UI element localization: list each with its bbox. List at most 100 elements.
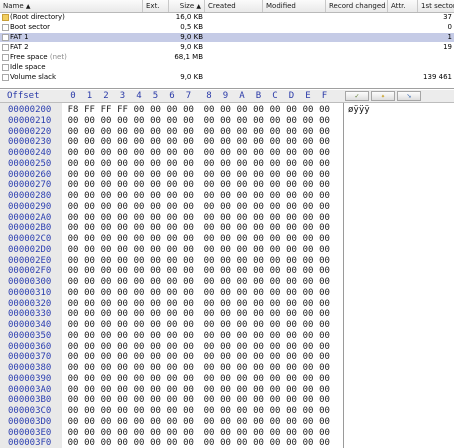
hex-byte[interactable]: 00 xyxy=(182,309,196,319)
hex-byte[interactable]: 00 xyxy=(116,266,130,276)
hex-byte[interactable]: 00 xyxy=(252,191,266,201)
hex-byte[interactable]: 00 xyxy=(252,363,266,373)
hex-byte[interactable]: 00 xyxy=(165,148,179,158)
hex-byte[interactable]: 00 xyxy=(219,202,233,212)
hex-byte[interactable]: 00 xyxy=(235,191,249,201)
hex-byte[interactable]: 00 xyxy=(132,385,146,395)
hex-byte[interactable]: 00 xyxy=(285,116,299,126)
hex-byte[interactable]: 00 xyxy=(219,137,233,147)
hex-byte[interactable]: 00 xyxy=(149,223,163,233)
hex-byte[interactable]: 00 xyxy=(268,395,282,405)
hex-byte[interactable]: 00 xyxy=(99,159,113,169)
hex-byte[interactable]: 00 xyxy=(132,127,146,137)
hex-byte[interactable]: 00 xyxy=(219,159,233,169)
hex-byte[interactable]: 00 xyxy=(252,213,266,223)
hex-byte[interactable]: 00 xyxy=(202,342,216,352)
hex-byte[interactable]: 00 xyxy=(285,309,299,319)
hex-byte[interactable]: 00 xyxy=(165,159,179,169)
hex-byte[interactable]: 00 xyxy=(149,180,163,190)
column-header-record-changed[interactable]: Record changed xyxy=(326,0,388,12)
hex-byte[interactable]: 00 xyxy=(202,428,216,438)
hex-byte[interactable]: 00 xyxy=(83,180,97,190)
hex-byte[interactable]: 00 xyxy=(66,266,80,276)
hex-byte[interactable]: 00 xyxy=(301,159,315,169)
hex-row[interactable]: 00 00 00 00 00 00 00 00 00 00 00 00 00 00 00 00 xyxy=(62,331,342,341)
hex-byte[interactable]: 00 xyxy=(252,352,266,362)
hex-byte[interactable]: 00 xyxy=(235,374,249,384)
hex-byte[interactable]: 00 xyxy=(268,320,282,330)
hex-byte[interactable]: 00 xyxy=(165,105,179,115)
hex-byte[interactable]: 00 xyxy=(132,170,146,180)
hex-byte[interactable]: 00 xyxy=(252,266,266,276)
hex-byte[interactable]: 00 xyxy=(165,438,179,448)
hex-byte[interactable]: 00 xyxy=(132,277,146,287)
hex-byte[interactable]: 00 xyxy=(285,180,299,190)
hex-byte[interactable]: 00 xyxy=(149,213,163,223)
hex-byte[interactable]: 00 xyxy=(285,256,299,266)
hex-byte[interactable]: 00 xyxy=(66,406,80,416)
hex-byte[interactable]: 00 xyxy=(301,137,315,147)
hex-byte[interactable]: 00 xyxy=(66,137,80,147)
hex-byte[interactable]: 00 xyxy=(132,180,146,190)
hex-byte[interactable]: 00 xyxy=(219,363,233,373)
hex-byte[interactable]: 00 xyxy=(66,309,80,319)
hex-byte[interactable]: 00 xyxy=(301,191,315,201)
hex-row[interactable]: 00 00 00 00 00 00 00 00 00 00 00 00 00 00 00 00 xyxy=(62,223,342,233)
hex-byte[interactable]: 00 xyxy=(182,299,196,309)
hex-byte[interactable]: 00 xyxy=(318,342,332,352)
hex-byte[interactable]: 00 xyxy=(132,288,146,298)
hex-byte[interactable]: 00 xyxy=(235,213,249,223)
hex-byte[interactable]: 00 xyxy=(301,320,315,330)
hex-byte[interactable]: 00 xyxy=(252,148,266,158)
hex-byte[interactable]: 00 xyxy=(219,438,233,448)
hex-row[interactable]: 00 00 00 00 00 00 00 00 00 00 00 00 00 00 00 00 xyxy=(62,137,342,147)
hex-byte[interactable]: 00 xyxy=(301,288,315,298)
hex-byte[interactable]: 00 xyxy=(268,288,282,298)
hex-byte[interactable]: 00 xyxy=(149,374,163,384)
hex-byte[interactable]: 00 xyxy=(99,170,113,180)
hex-byte[interactable]: 00 xyxy=(318,148,332,158)
hex-byte[interactable]: 00 xyxy=(219,223,233,233)
hex-byte[interactable]: 00 xyxy=(99,191,113,201)
hex-byte[interactable]: 00 xyxy=(202,385,216,395)
hex-byte[interactable]: 00 xyxy=(116,374,130,384)
hex-row[interactable]: F8 FF FF FF 00 00 00 00 00 00 00 00 00 00 00 00 xyxy=(62,105,342,115)
hex-byte[interactable]: 00 xyxy=(132,234,146,244)
hex-byte[interactable]: 00 xyxy=(235,342,249,352)
hex-byte[interactable]: 00 xyxy=(132,159,146,169)
hex-byte[interactable]: 00 xyxy=(219,256,233,266)
hex-byte[interactable]: 00 xyxy=(202,127,216,137)
hex-byte[interactable]: 00 xyxy=(318,213,332,223)
hex-byte[interactable]: 00 xyxy=(202,406,216,416)
hex-row[interactable]: 00 00 00 00 00 00 00 00 00 00 00 00 00 00 00 00 xyxy=(62,170,342,180)
hex-byte[interactable]: 00 xyxy=(219,180,233,190)
text-row[interactable]: øÿÿÿ xyxy=(348,105,370,115)
hex-byte[interactable]: 00 xyxy=(149,245,163,255)
hex-byte[interactable]: 00 xyxy=(132,374,146,384)
hex-byte[interactable]: 00 xyxy=(252,288,266,298)
hex-byte[interactable]: 00 xyxy=(318,428,332,438)
hex-row[interactable]: 00 00 00 00 00 00 00 00 00 00 00 00 00 00 00 00 xyxy=(62,266,342,276)
hex-byte[interactable]: 00 xyxy=(165,352,179,362)
star-icon[interactable]: ✦ xyxy=(371,91,395,101)
hex-byte[interactable]: 00 xyxy=(83,438,97,448)
hex-byte[interactable]: 00 xyxy=(165,288,179,298)
hex-byte[interactable]: 00 xyxy=(149,116,163,126)
hex-byte[interactable]: 00 xyxy=(132,116,146,126)
hex-byte[interactable]: 00 xyxy=(83,342,97,352)
hex-byte[interactable]: 00 xyxy=(99,266,113,276)
column-header-attr[interactable]: Attr. xyxy=(388,0,418,12)
hex-byte[interactable]: 00 xyxy=(202,438,216,448)
hex-byte[interactable]: 00 xyxy=(132,406,146,416)
hex-byte[interactable]: 00 xyxy=(132,438,146,448)
hex-byte[interactable]: 00 xyxy=(165,299,179,309)
hex-byte[interactable]: 00 xyxy=(149,428,163,438)
hex-byte[interactable]: 00 xyxy=(149,331,163,341)
hex-row[interactable]: 00 00 00 00 00 00 00 00 00 00 00 00 00 00 00 00 xyxy=(62,438,342,448)
hex-byte[interactable]: 00 xyxy=(165,320,179,330)
hex-byte[interactable]: 00 xyxy=(235,299,249,309)
hex-byte[interactable]: 00 xyxy=(285,320,299,330)
hex-byte[interactable]: 00 xyxy=(285,137,299,147)
hex-byte[interactable]: 00 xyxy=(252,395,266,405)
hex-byte[interactable]: 00 xyxy=(182,266,196,276)
